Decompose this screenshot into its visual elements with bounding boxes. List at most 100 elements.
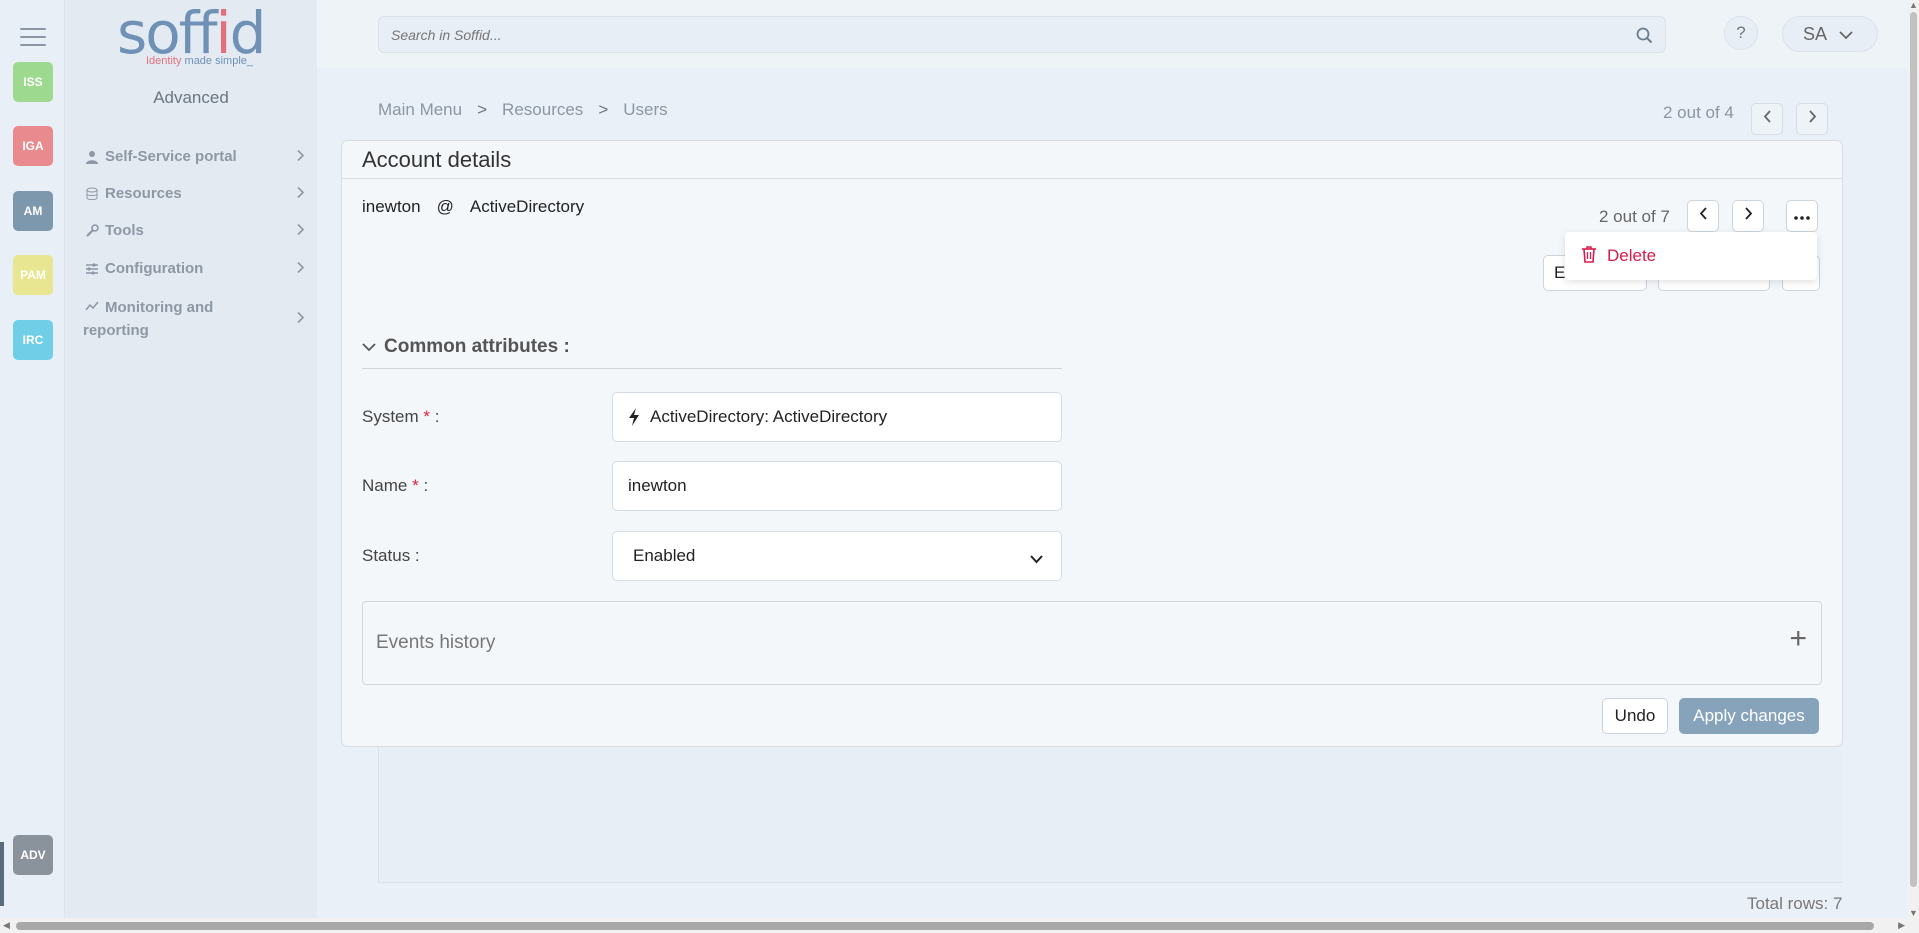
undo-button[interactable]: Undo <box>1602 698 1668 734</box>
total-rows: Total rows: 7 <box>1747 894 1843 913</box>
delete-label: Delete <box>1607 246 1657 265</box>
chevron-right-icon <box>1744 207 1753 225</box>
list-panel-background <box>378 747 1843 883</box>
chevron-down-icon <box>1839 24 1853 45</box>
vertical-scrollbar[interactable]: ▲ ▼ <box>1907 0 1919 918</box>
required-mark: * <box>412 476 419 495</box>
ellipsis-icon <box>1794 207 1810 225</box>
account-name: inewton <box>362 197 421 216</box>
sidebar-item-label: Configuration <box>105 260 204 277</box>
account-system: ActiveDirectory <box>469 197 585 216</box>
app-badge-irc[interactable]: IRC <box>13 320 53 360</box>
sidebar-item-label: Resources <box>105 185 182 202</box>
sidebar: soffid Identity made simple_ Advanced Se… <box>65 0 317 918</box>
horizontal-scrollbar[interactable]: ◀ ▶ <box>0 918 1919 933</box>
chevron-right-icon <box>296 308 305 331</box>
sidebar-item-self-service[interactable]: Self-Service portal <box>83 148 305 165</box>
more-options-button[interactable] <box>1786 200 1818 232</box>
vertical-scroll-thumb[interactable] <box>1910 12 1917 887</box>
scroll-down-icon[interactable]: ▼ <box>1909 908 1918 918</box>
section-title: Common attributes : <box>384 336 570 357</box>
scroll-left-icon[interactable]: ◀ <box>3 920 10 931</box>
sidebar-item-label: Monitoring and reporting <box>83 299 214 339</box>
chevron-down-icon <box>1030 549 1043 569</box>
chevron-left-icon <box>1699 207 1708 225</box>
sidebar-section-title: Advanced <box>153 88 229 107</box>
logo-tagline: Identity made simple_ <box>146 55 254 67</box>
events-history-label: Events history <box>376 632 496 653</box>
sidebar-item-label: Tools <box>105 222 144 239</box>
common-attributes-header[interactable]: Common attributes : <box>362 336 1062 369</box>
chevron-right-icon <box>1808 110 1817 128</box>
hamburger-menu-icon[interactable] <box>20 28 46 48</box>
chevron-right-icon <box>296 148 305 165</box>
topbar: ? SA <box>317 0 1907 68</box>
previous-account-button[interactable] <box>1687 200 1719 232</box>
name-field[interactable] <box>612 461 1062 511</box>
scroll-right-icon[interactable]: ▶ <box>1898 920 1905 931</box>
search-icon[interactable] <box>1636 27 1653 49</box>
breadcrumb-main-menu[interactable]: Main Menu <box>378 100 462 120</box>
name-label: Name * : <box>362 476 429 495</box>
name-input[interactable] <box>628 476 1028 496</box>
app-badge-iss[interactable]: ISS <box>13 62 53 102</box>
sidebar-item-configuration[interactable]: Configuration <box>83 260 305 277</box>
app-badge-pam[interactable]: PAM <box>13 255 53 295</box>
chart-line-icon <box>83 300 101 312</box>
breadcrumb: Main Menu > Resources > Users <box>378 100 668 120</box>
user-menu-button[interactable]: SA <box>1782 16 1878 52</box>
chevron-down-icon <box>362 336 376 358</box>
events-history-panel[interactable]: Events history + <box>362 601 1822 685</box>
sidebar-item-tools[interactable]: Tools <box>83 222 305 239</box>
search-input[interactable] <box>391 26 1621 43</box>
user-icon <box>83 150 101 164</box>
next-record-button[interactable] <box>1796 103 1828 135</box>
app-badge-iga[interactable]: IGA <box>13 126 53 166</box>
user-initials: SA <box>1803 23 1828 44</box>
next-account-button[interactable] <box>1732 200 1764 232</box>
at-symbol: @ <box>436 197 454 216</box>
scroll-up-icon[interactable]: ▲ <box>1909 0 1918 10</box>
status-label: Status : <box>362 546 420 565</box>
sidebar-item-resources[interactable]: Resources <box>83 185 305 202</box>
required-mark: * <box>423 407 431 426</box>
soffid-logo[interactable]: soffid Identity made simple_ <box>117 4 277 70</box>
account-identity: inewton @ ActiveDirectory <box>362 197 584 217</box>
chevron-right-icon <box>296 222 305 239</box>
sidebar-item-label-wrap: Monitoring and reporting <box>83 296 253 342</box>
system-value: ActiveDirectory: ActiveDirectory <box>650 407 888 426</box>
plus-icon[interactable]: + <box>1789 624 1807 654</box>
status-select[interactable]: Enabled <box>612 531 1062 581</box>
bolt-icon <box>628 408 640 426</box>
breadcrumb-users[interactable]: Users <box>623 100 667 120</box>
record-pager-label: 2 out of 4 <box>1663 103 1734 122</box>
breadcrumb-resources[interactable]: Resources <box>502 100 583 120</box>
delete-menu-item[interactable]: Delete <box>1565 232 1817 280</box>
trash-icon <box>1581 245 1597 268</box>
search-box[interactable] <box>378 16 1666 53</box>
sliders-icon <box>83 262 101 276</box>
apply-changes-button[interactable]: Apply changes <box>1679 698 1819 734</box>
app-badge-adv[interactable]: ADV <box>13 835 53 875</box>
system-label: System * : <box>362 407 440 426</box>
chevron-right-icon <box>296 260 305 277</box>
active-app-indicator <box>0 842 4 906</box>
breadcrumb-separator: > <box>477 100 488 119</box>
help-button[interactable]: ? <box>1724 16 1758 50</box>
system-field[interactable]: ActiveDirectory: ActiveDirectory <box>612 392 1062 442</box>
breadcrumb-separator: > <box>598 100 609 119</box>
chevron-left-icon <box>1763 110 1772 128</box>
logo-word: soffid <box>117 0 266 67</box>
horizontal-scroll-thumb[interactable] <box>16 922 1874 930</box>
card-title: Account details <box>342 141 1842 179</box>
sidebar-item-monitoring[interactable]: Monitoring and reporting <box>83 296 305 342</box>
sidebar-item-label: Self-Service portal <box>105 148 237 165</box>
chevron-right-icon <box>296 185 305 202</box>
status-value: Enabled <box>633 546 696 565</box>
database-icon <box>83 187 101 201</box>
previous-record-button[interactable] <box>1751 103 1783 135</box>
wrench-icon <box>83 223 101 238</box>
account-pager-label: 2 out of 7 <box>1599 207 1670 226</box>
app-rail: ISS IGA AM PAM IRC ADV <box>0 0 65 918</box>
app-badge-am[interactable]: AM <box>13 191 53 231</box>
